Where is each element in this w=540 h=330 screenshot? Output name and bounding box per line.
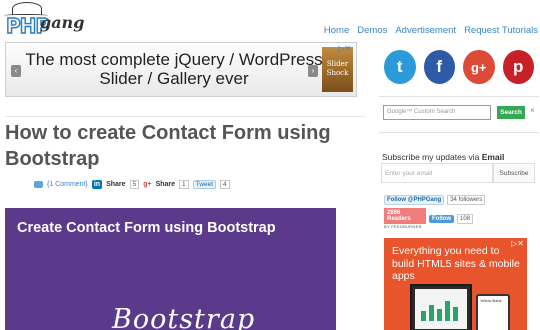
gplus-icon[interactable]: g+ <box>143 181 151 188</box>
slider-ad-banner[interactable]: ‹ The most complete jQuery / WordPress S… <box>5 42 357 97</box>
feature-script-text: Bootstrap <box>112 304 256 330</box>
linkedin-icon[interactable]: in <box>91 180 103 189</box>
twitter-follow-widget: Follow @PHPGang 34 followers <box>384 195 486 205</box>
page: PHP gang Home Demos Advertisement Reques… <box>0 0 540 330</box>
sidebar-ad[interactable]: ▷✕ Everything you need to build HTML5 si… <box>384 238 527 330</box>
nav-demos[interactable]: Demos <box>357 25 387 36</box>
ad-badge: Slider Shock <box>322 47 353 92</box>
chart-bar <box>429 305 434 321</box>
chart-bar <box>437 309 442 321</box>
subscribe-button[interactable]: Subscribe <box>493 163 535 183</box>
linkedin-share-button[interactable]: Share <box>106 181 125 188</box>
feed-follow-count: 108 <box>457 213 474 224</box>
article-title: How to create Contact Form using Bootstr… <box>5 122 331 170</box>
comments-link[interactable]: {1 Comment} <box>47 181 88 188</box>
email-field[interactable]: Enter your email <box>381 163 493 183</box>
readers-source: BY FEEDBURNER <box>384 224 422 229</box>
tweet-button[interactable]: Tweet <box>192 180 216 189</box>
article-meta: {1 Comment} in Share 5 g+ Share 1 Tweet … <box>34 180 230 189</box>
gplus-share-button[interactable]: Share <box>156 181 175 188</box>
feed-follow-button[interactable]: Follow <box>429 214 454 223</box>
comment-icon <box>34 181 43 188</box>
sidebar-divider <box>379 132 539 133</box>
google-plus-icon[interactable]: g+ <box>463 50 495 84</box>
readers-badge[interactable]: 2896 Readers BY FEEDBURNER <box>384 208 426 229</box>
laptop-screen <box>415 289 467 329</box>
feedburner-widget: 2896 Readers BY FEEDBURNER Follow 108 <box>384 208 474 229</box>
ad-close-icon[interactable]: ▷✕ <box>338 44 351 53</box>
subscribe-prefix: Subscribe my updates via <box>382 152 482 162</box>
gplus-share-count: 1 <box>179 180 189 189</box>
nav-advertisement[interactable]: Advertisement <box>395 25 456 36</box>
main-nav: Home Demos Advertisement Request Tutoria… <box>324 25 538 36</box>
ad-text: The most complete jQuery / WordPress Sli… <box>25 50 323 88</box>
twitter-follower-count: 34 followers <box>447 195 486 205</box>
facebook-icon[interactable]: f <box>423 50 455 84</box>
sidebar-divider <box>379 96 539 97</box>
subscribe-label: Subscribe my updates via Email <box>382 152 504 162</box>
feature-image: Create Contact Form using Bootstrap Boot… <box>5 208 336 330</box>
nav-request-tutorials[interactable]: Request Tutorials <box>464 25 538 36</box>
ad-prev-arrow-icon[interactable]: ‹ <box>11 65 21 77</box>
divider <box>5 116 365 117</box>
nav-home[interactable]: Home <box>324 25 349 36</box>
site-logo[interactable]: PHP gang <box>2 2 85 39</box>
logo-gang: gang <box>40 13 85 32</box>
twitter-icon[interactable]: t <box>384 50 416 84</box>
phone-image: Yellow Bank <box>476 294 510 330</box>
laptop-image <box>410 284 472 330</box>
tweet-count: 4 <box>220 180 230 189</box>
twitter-follow-button[interactable]: Follow @PHPGang <box>384 195 445 205</box>
subscribe-email-word: Email <box>481 152 505 162</box>
feature-title: Create Contact Form using Bootstrap <box>17 220 276 236</box>
readers-count: 2896 Readers <box>384 208 426 224</box>
chart-bar <box>453 307 458 321</box>
search-button[interactable]: Search <box>497 106 525 119</box>
social-links: t f g+ p <box>384 50 534 86</box>
linkedin-share-count: 5 <box>129 180 140 189</box>
pinterest-icon[interactable]: p <box>502 50 534 84</box>
chart-bar <box>421 311 426 321</box>
chart-bar <box>445 301 450 321</box>
search-input[interactable]: Google™ Custom Search <box>383 105 491 120</box>
ad-next-arrow-icon[interactable]: › <box>308 65 318 77</box>
sidebar-ad-text: Everything you need to build HTML5 sites… <box>392 245 520 282</box>
search-clear-icon[interactable]: × <box>530 106 535 115</box>
